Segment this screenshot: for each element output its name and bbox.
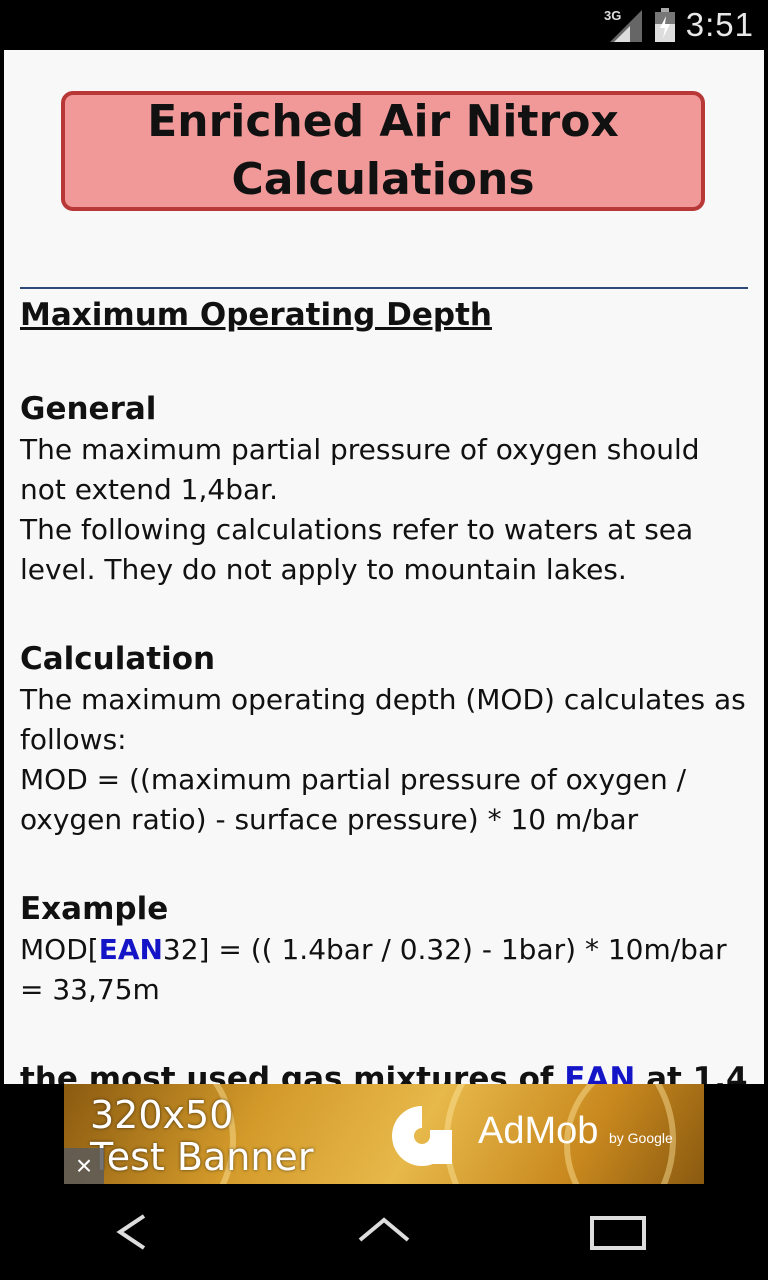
ad-close-button[interactable]: ×: [64, 1148, 104, 1184]
ad-brand-name: AdMob: [478, 1110, 599, 1152]
page-title: Enriched Air Nitrox Calculations: [147, 96, 619, 205]
status-clock: 3:51: [685, 6, 754, 43]
general-heading: General: [20, 391, 157, 427]
admob-logo-icon: [392, 1106, 452, 1166]
gas-mixtures-heading: the most used gas mixtures of EAN at 1,4: [20, 1058, 750, 1084]
general-paragraph-2: The following calculations refer to wate…: [20, 513, 694, 586]
example-formula: MOD[EAN32] = (( 1.4bar / 0.32) - 1bar) *…: [20, 930, 750, 1010]
calculation-paragraph-1: The maximum operating depth (MOD) calcul…: [20, 683, 746, 756]
ad-banner[interactable]: 320x50 Test Banner AdMob by Google ×: [64, 1084, 704, 1184]
battery-icon: [654, 8, 675, 42]
content-area[interactable]: Enriched Air Nitrox Calculations Maximum…: [4, 50, 764, 1084]
back-icon[interactable]: [90, 1212, 170, 1252]
title-banner: Enriched Air Nitrox Calculations: [61, 91, 705, 211]
example-heading: Example: [20, 891, 169, 927]
ad-strip: 320x50 Test Banner AdMob by Google ×: [0, 1084, 768, 1184]
ean-link[interactable]: EAN: [99, 933, 163, 966]
calculation-formula: MOD = ((maximum partial pressure of oxyg…: [20, 763, 687, 836]
status-icons: 3G 3:51: [604, 6, 754, 44]
ad-brand-sub: by Google: [608, 1130, 673, 1146]
ean-link-2[interactable]: EAN: [564, 1061, 635, 1084]
gas-mixtures-prefix: the most used gas mixtures of: [20, 1061, 565, 1084]
status-bar: 3G 3:51: [0, 0, 768, 50]
general-paragraph-1: The maximum partial pressure of oxygen s…: [20, 433, 700, 506]
network-type-label: 3G: [604, 8, 621, 23]
divider: [20, 287, 748, 289]
ad-brand: AdMob by Google: [478, 1110, 673, 1153]
section-main-heading: Maximum Operating Depth: [20, 297, 492, 333]
gas-mixtures-suffix: at 1,4: [635, 1061, 748, 1084]
signal-icon: 3G: [604, 8, 642, 42]
article: Maximum Operating Depth General The maxi…: [20, 294, 750, 1084]
ad-text-line-2: Test Banner: [90, 1135, 314, 1179]
home-icon[interactable]: [344, 1212, 424, 1252]
ad-text: 320x50 Test Banner: [90, 1094, 313, 1178]
navigation-bar: [0, 1184, 768, 1280]
recents-icon[interactable]: [580, 1212, 660, 1252]
example-prefix: MOD[: [20, 933, 99, 966]
calculation-heading: Calculation: [20, 641, 216, 677]
ad-text-line-1: 320x50: [90, 1093, 234, 1137]
